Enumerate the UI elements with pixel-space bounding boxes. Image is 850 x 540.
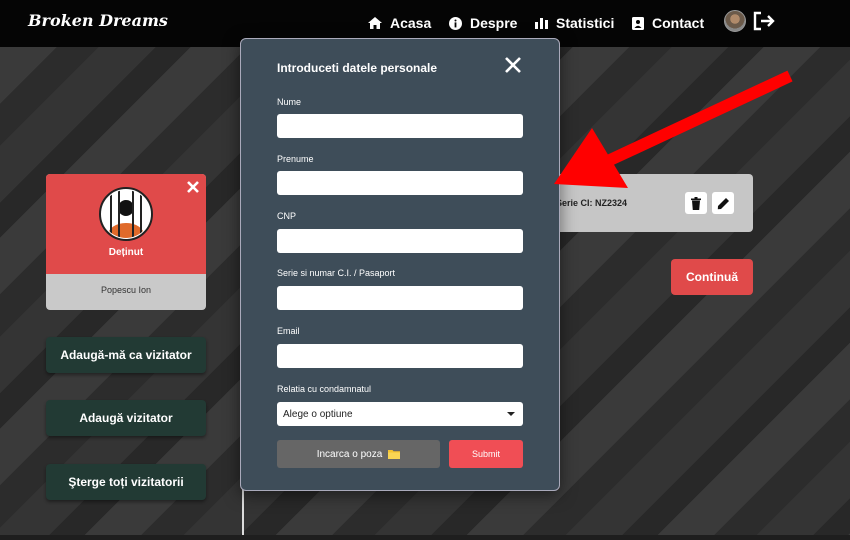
nume-input[interactable]: [277, 114, 523, 138]
nav-item-acasa[interactable]: Acasa: [368, 13, 431, 33]
cnp-input[interactable]: [277, 229, 523, 253]
modal-title: Introduceti datele personale: [277, 61, 438, 75]
id-series-input[interactable]: [277, 286, 523, 310]
pencil-icon: [717, 197, 729, 209]
nume-label: Nume: [277, 97, 302, 107]
nav-label: Despre: [470, 15, 518, 31]
chart-icon: [535, 18, 548, 29]
trash-icon: [691, 196, 701, 210]
nav-label: Acasa: [390, 15, 432, 31]
relation-selected-value: Alege o optiune: [283, 408, 353, 420]
email-input[interactable]: [277, 344, 523, 368]
nav-item-despre[interactable]: Despre: [449, 13, 517, 33]
user-avatar[interactable]: [724, 10, 746, 32]
prenume-label: Prenume: [277, 154, 314, 164]
caret-down-icon: [507, 412, 515, 416]
bottom-strip: [0, 535, 850, 540]
info-icon: [449, 16, 462, 30]
prenume-input[interactable]: [277, 171, 523, 195]
nav-item-statistici[interactable]: Statistici: [535, 13, 614, 33]
nav-label: Contact: [652, 15, 705, 31]
relation-select[interactable]: Alege o optiune: [277, 402, 523, 426]
submit-button[interactable]: Submit: [449, 440, 523, 468]
nav-label: Statistici: [556, 15, 615, 31]
continue-button[interactable]: Continuă: [671, 259, 753, 295]
close-icon[interactable]: [504, 56, 522, 74]
logout-icon[interactable]: [753, 11, 775, 31]
add-visitor-button[interactable]: Adaugă vizitator: [46, 400, 206, 436]
id-series-label: Serie si numar C.I. / Pasaport: [277, 268, 396, 278]
add-me-as-visitor-button[interactable]: Adaugă-mă ca vizitator: [46, 337, 206, 373]
folder-icon: [388, 450, 401, 459]
prisoner-card: Deținut Popescu Ion: [46, 174, 206, 310]
upload-photo-label: Incarca o poza: [316, 448, 383, 460]
delete-all-visitors-button[interactable]: Şterge toți vizitatorii: [46, 464, 206, 500]
home-icon: [368, 17, 382, 29]
upload-photo-button[interactable]: Incarca o poza: [277, 440, 440, 468]
prisoner-card-header: Deținut: [46, 174, 206, 274]
contact-icon: [632, 16, 644, 30]
prisoner-role: Deținut: [108, 247, 144, 258]
prisoner-name: Popescu Ion: [100, 285, 152, 295]
email-label: Email: [277, 326, 300, 336]
nav-item-contact[interactable]: Contact: [632, 13, 704, 33]
brand-logo[interactable]: Broken Dreams: [28, 11, 168, 30]
cnp-label: CNP: [277, 211, 297, 221]
prisoner-icon: [99, 187, 153, 241]
visitor-id-text: Serie CI: NZ2324: [556, 198, 628, 208]
close-icon[interactable]: [186, 180, 200, 194]
personal-data-modal: Introduceti datele personale Nume Prenum…: [240, 38, 560, 491]
annotation-arrow-icon: [554, 70, 793, 188]
relation-label: Relatia cu condamnatul: [277, 384, 372, 394]
